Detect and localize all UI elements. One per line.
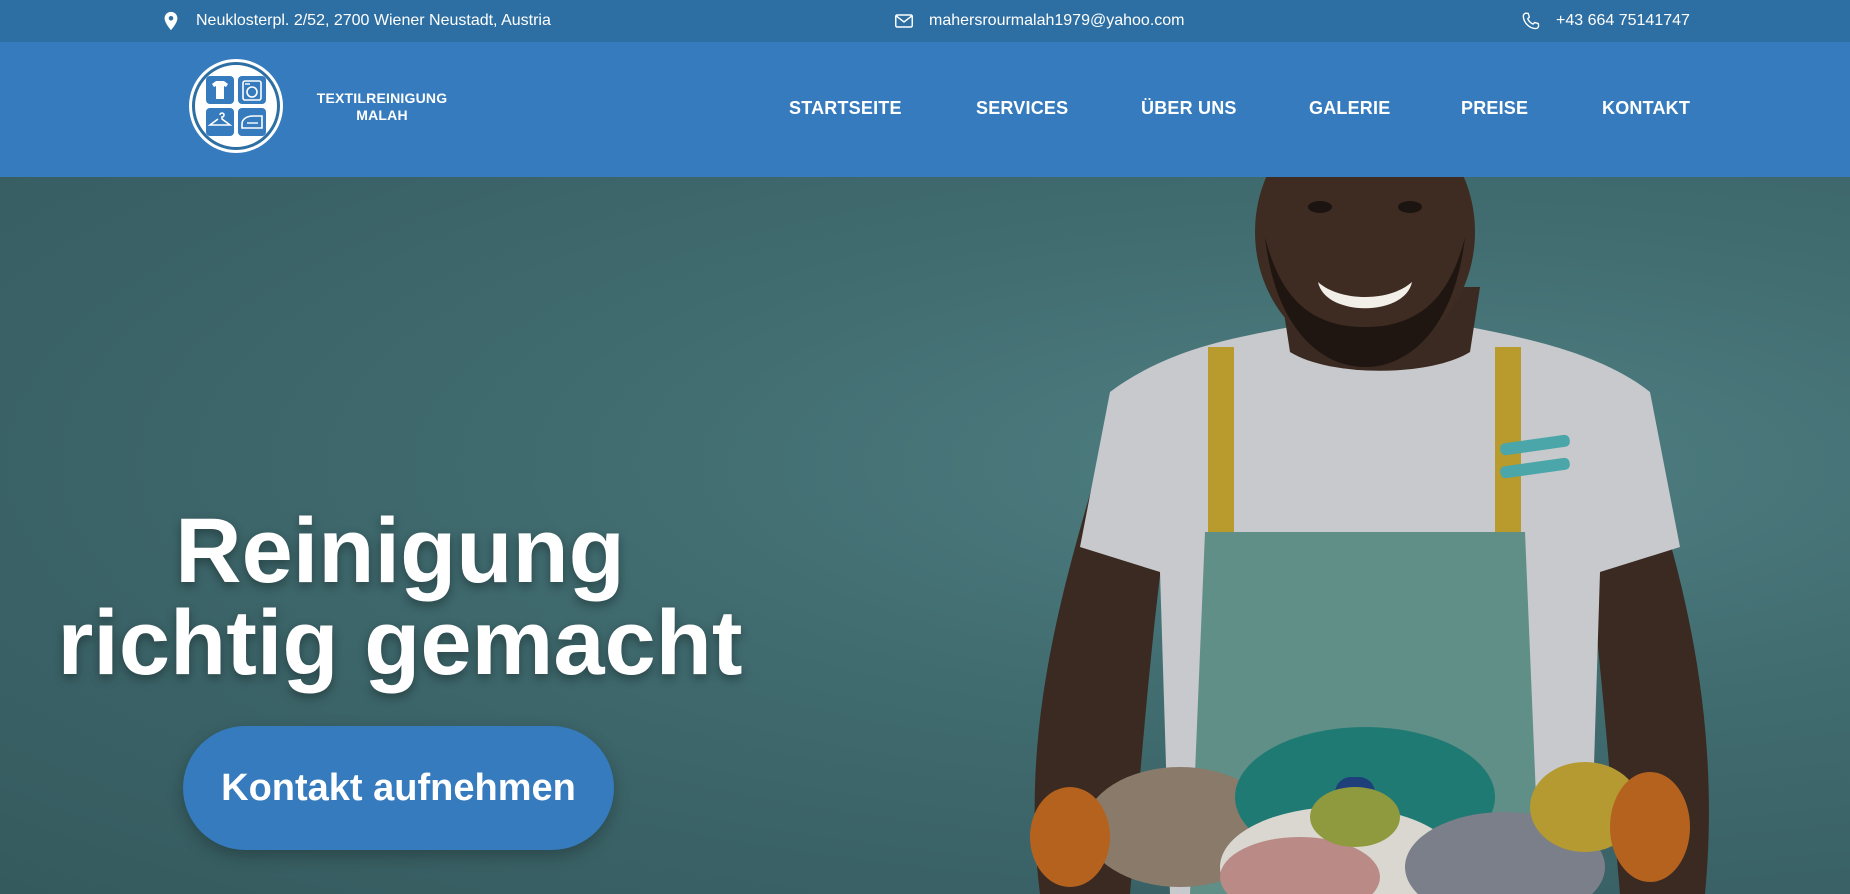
nav-item-kontakt[interactable]: KONTAKT [1602,98,1690,119]
hero-title-line2: richtig gemacht [57,592,743,694]
nav-item-startseite[interactable]: STARTSEITE [789,98,902,119]
email-link[interactable]: mahersrourmalah1979@yahoo.com [929,12,1184,30]
address-text: Neuklosterpl. 2/52, 2700 Wiener Neustadt… [196,12,551,29]
nav-item-galerie[interactable]: GALERIE [1309,98,1390,119]
envelope-icon [895,14,913,28]
phone-link[interactable]: +43 664 75141747 [1556,12,1690,30]
contact-cta-button[interactable]: Kontakt aufnehmen [183,726,614,850]
main-header: TEXTILREINIGUNG MALAH STARTSEITE SERVICE… [0,42,1850,177]
location-pin-icon [164,11,178,31]
hero-section: Reinigung richtig gemacht Kontakt aufneh… [0,177,1850,894]
top-info-bar: Neuklosterpl. 2/52, 2700 Wiener Neustadt… [0,0,1850,42]
hero-title-line1: Reinigung [175,500,625,602]
laundry-worker-photo [1030,177,1709,894]
email-info[interactable]: mahersrourmalah1979@yahoo.com [893,0,1184,42]
phone-icon [1522,12,1540,30]
phone-info[interactable]: +43 664 75141747 [1520,0,1690,42]
nav-item-services[interactable]: SERVICES [976,98,1068,119]
address-info: Neuklosterpl. 2/52, 2700 Wiener Neustadt… [160,0,551,42]
nav-item-preise[interactable]: PREISE [1461,98,1528,119]
nav-item-ueber-uns[interactable]: ÜBER UNS [1141,98,1237,119]
main-navigation: STARTSEITE SERVICES ÜBER UNS GALERIE PRE… [0,42,1850,177]
hero-title: Reinigung richtig gemacht [30,505,770,689]
